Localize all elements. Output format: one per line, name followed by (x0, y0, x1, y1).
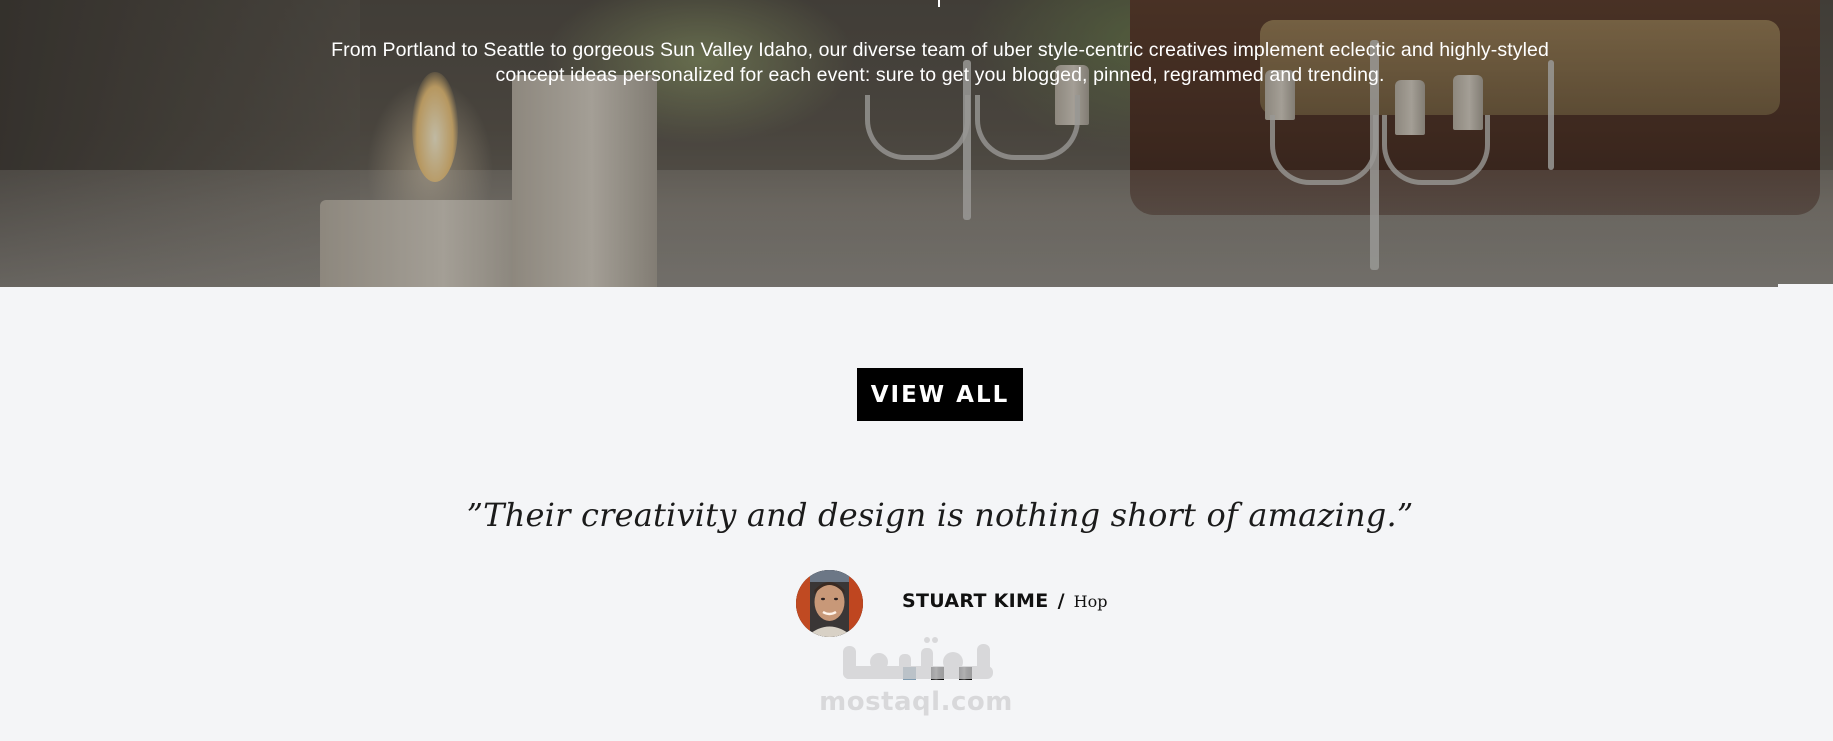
view-all-button[interactable]: VIEW ALL (857, 368, 1023, 421)
slider-dot-1[interactable] (903, 667, 916, 680)
hero-edge (1778, 284, 1833, 287)
avatar-photo-icon (796, 570, 863, 637)
author-company: Hop (1073, 592, 1108, 611)
testimonial-author: STUART KIME / Hop (902, 590, 1108, 620)
hero-description: From Portland to Seattle to gorgeous Sun… (331, 38, 1549, 86)
slider-dot-2[interactable] (931, 667, 944, 680)
avatar (796, 570, 863, 637)
testimonial-pagination (903, 667, 972, 681)
watermark-text: mostaql.com (819, 687, 1013, 717)
hero-divider (938, 0, 940, 7)
hero-banner: From Portland to Seattle to gorgeous Sun… (0, 0, 1833, 287)
author-name: STUART KIME (902, 590, 1049, 612)
author-separator: / (1057, 590, 1065, 612)
testimonial-quote: ”Their creativity and design is nothing … (466, 496, 1414, 534)
page: From Portland to Seattle to gorgeous Sun… (0, 0, 1833, 741)
slider-dot-3[interactable] (959, 667, 972, 680)
